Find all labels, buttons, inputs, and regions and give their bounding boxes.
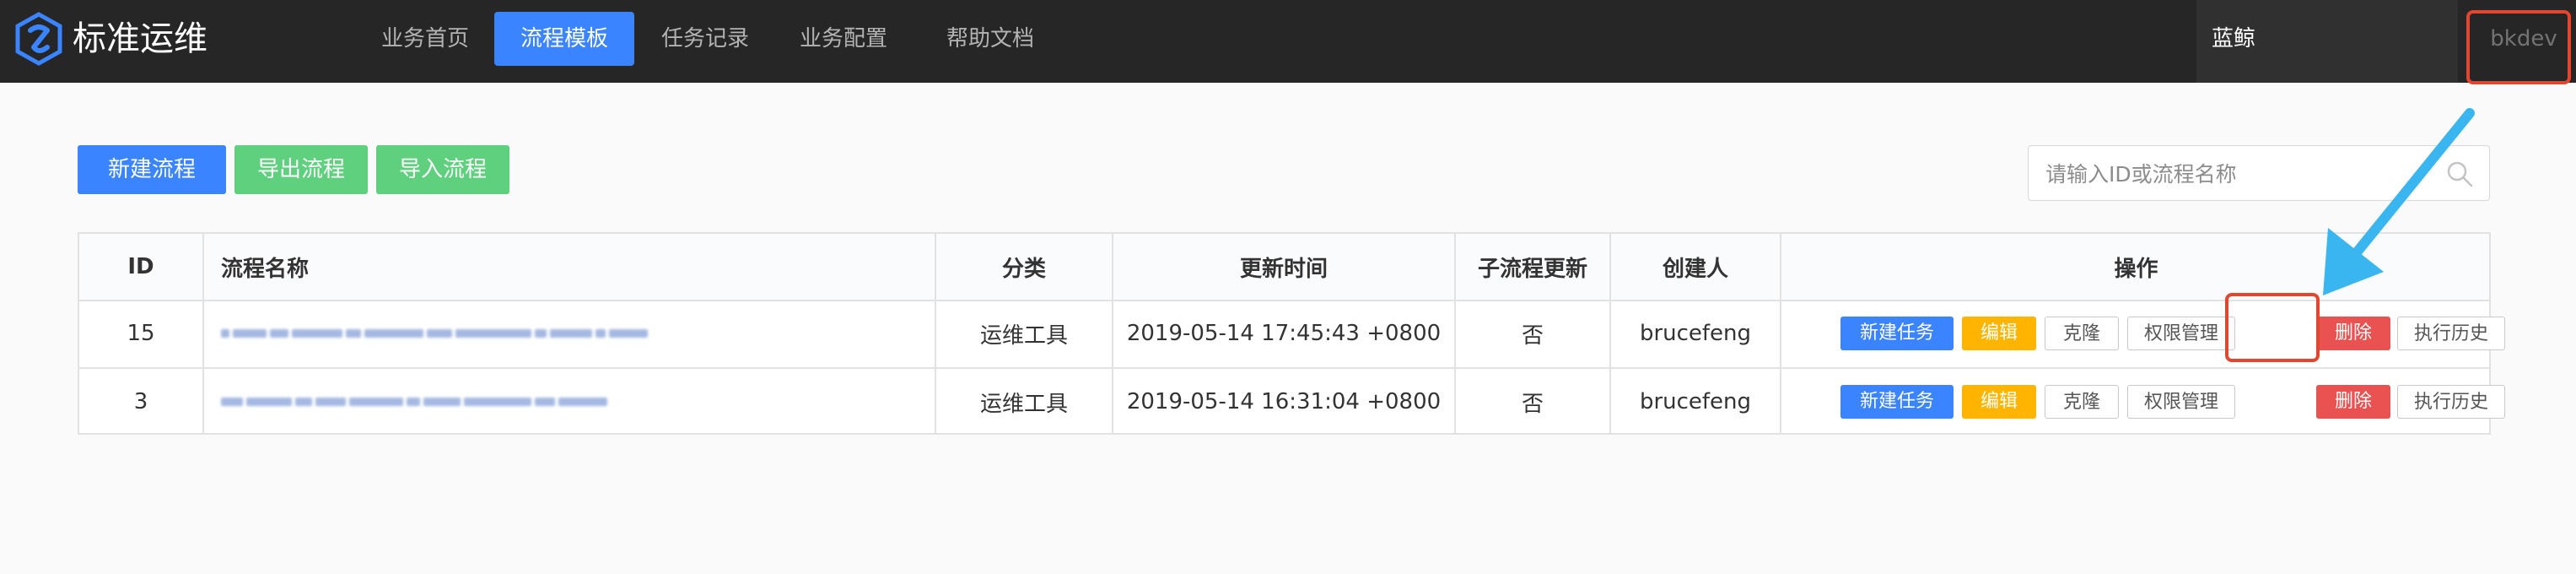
row-creator: brucefeng [1639,389,1752,414]
permission-button[interactable]: 权限管理 [2127,317,2235,350]
redacted-text [221,329,648,338]
nav-item-task-records[interactable]: 任务记录 [649,12,761,66]
redacted-text [221,398,607,406]
table-row: 3 运维工具 2019-05-14 16:31:04 +0800 否 bruce… [79,369,2505,435]
row-subflow-update: 否 [1521,391,1544,417]
permission-button[interactable]: 权限管理 [2127,385,2235,419]
nav-item-business-config[interactable]: 业务配置 [788,12,899,66]
import-flow-button[interactable]: 导入流程 [376,145,509,194]
row-flow-name-redacted[interactable] [204,300,935,367]
new-flow-button[interactable]: 新建流程 [78,145,226,194]
search-icon[interactable] [2445,160,2474,188]
new-task-button[interactable]: 新建任务 [1840,317,1954,350]
row-category: 运维工具 [979,391,1068,417]
app-title[interactable]: 标准运维 [73,12,207,66]
row-creator: brucefeng [1639,321,1752,346]
row-id: 15 [127,321,155,346]
history-button[interactable]: 执行历史 [2397,385,2505,419]
row-actions: 新建任务 编辑 克隆 权限管理 删除 执行历史 [1781,300,2505,367]
edit-button[interactable]: 编辑 [1962,317,2036,350]
column-header-name: 流程名称 [221,256,310,282]
column-header-actions: 操作 [2114,256,2158,282]
delete-button[interactable]: 删除 [2316,317,2390,350]
column-header-id: ID [127,254,154,279]
project-name[interactable]: 蓝鲸 [2212,12,2255,66]
column-header-subflow-update: 子流程更新 [1477,256,1587,282]
clone-button[interactable]: 克隆 [2045,317,2119,350]
delete-button[interactable]: 删除 [2316,385,2390,419]
row-id: 3 [133,389,148,414]
table-header-row: ID 流程名称 分类 更新时间 子流程更新 创建人 操作 [79,234,2489,301]
row-updated-time: 2019-05-14 16:31:04 +0800 [1126,389,1442,414]
nav-item-help-docs[interactable]: 帮助文档 [935,12,1046,66]
column-header-creator: 创建人 [1662,256,1728,282]
row-category: 运维工具 [979,322,1068,349]
column-header-category: 分类 [1001,256,1046,282]
table-row: 15 运维工具 2019-05-14 17:45:43 +0800 否 bruc… [79,300,2505,369]
new-task-button[interactable]: 新建任务 [1840,385,1954,419]
export-flow-button[interactable]: 导出流程 [234,145,368,194]
user-menu[interactable]: bkdev [2471,12,2576,66]
column-header-updated: 更新时间 [1239,256,1328,282]
row-actions: 新建任务 编辑 克隆 权限管理 删除 执行历史 [1781,369,2505,435]
row-flow-name-redacted[interactable] [204,369,935,435]
logo-icon[interactable] [12,12,66,66]
clone-button[interactable]: 克隆 [2045,385,2119,419]
flow-template-table: ID 流程名称 分类 更新时间 子流程更新 创建人 操作 15 运维工具 201… [78,232,2505,435]
edit-button[interactable]: 编辑 [1962,385,2036,419]
row-subflow-update: 否 [1521,322,1544,349]
nav-item-flow-templates[interactable]: 流程模板 [494,12,634,66]
row-updated-time: 2019-05-14 17:45:43 +0800 [1126,321,1442,346]
search-input[interactable] [2044,146,2427,202]
history-button[interactable]: 执行历史 [2397,317,2505,350]
nav-item-home[interactable]: 业务首页 [369,12,481,66]
search-box [2028,145,2490,202]
